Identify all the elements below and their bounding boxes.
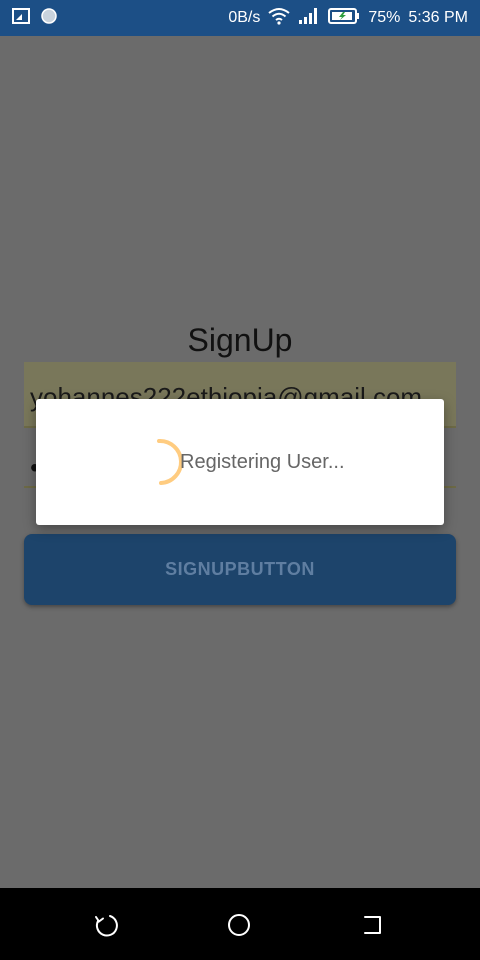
recent-apps-icon[interactable] (360, 912, 386, 938)
screen: 0B/s 75% 5:36 PM SignUp yohannes222ethio… (0, 0, 480, 960)
page-title: SignUp (187, 322, 293, 358)
network-speed: 0B/s (228, 9, 261, 26)
back-icon[interactable] (93, 912, 119, 938)
home-icon[interactable] (226, 912, 252, 938)
circle-notification-icon (40, 7, 58, 30)
signal-icon (298, 7, 320, 29)
clock: 5:36 PM (408, 9, 468, 26)
status-left-icons (12, 7, 58, 30)
loading-spinner-icon (157, 438, 183, 485)
wifi-icon (268, 7, 290, 29)
signup-button[interactable]: SIGNUPBUTTON (24, 534, 456, 605)
dialog-message: Registering User... (180, 451, 345, 473)
progress-dialog: Registering User... (36, 399, 444, 525)
battery-percent: 75% (368, 9, 401, 26)
battery-charging-icon (328, 8, 360, 28)
status-right: 0B/s 75% 5:36 PM (228, 7, 468, 29)
navigation-bar (0, 888, 480, 960)
screenshot-icon (12, 7, 30, 29)
status-bar: 0B/s 75% 5:36 PM (0, 0, 480, 36)
